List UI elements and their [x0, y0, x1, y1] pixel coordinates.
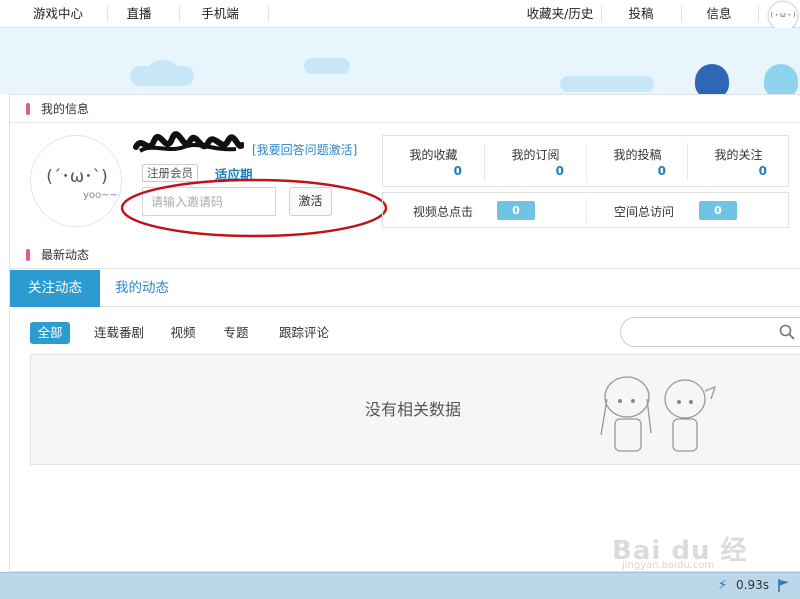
baidu-jingyan-watermark: Bai du 经验 jingyan.baidu.com: [612, 504, 762, 599]
video-clicks-value: 0: [497, 201, 535, 220]
feed-search-input[interactable]: [620, 317, 800, 347]
search-icon[interactable]: [779, 324, 795, 340]
filter-series[interactable]: 连载番剧: [86, 322, 152, 344]
section-marker-icon: [26, 103, 30, 115]
nav-divider: [758, 5, 759, 22]
feed-tabs: 关注动态 我的动态: [10, 270, 800, 307]
nav-divider: [601, 5, 602, 22]
header-banner: [0, 28, 800, 94]
stat-following-value: 0: [758, 164, 767, 178]
video-clicks-label: 视频总点击: [413, 205, 474, 219]
flag-icon[interactable]: [776, 577, 792, 593]
highlight-ring-annotation: [120, 178, 388, 238]
mascots-illustration-icon: [600, 376, 717, 452]
filter-video[interactable]: 视频: [164, 322, 202, 344]
feed-section-title: 最新动态: [41, 248, 90, 262]
stat-favorites-label: 我的收藏: [409, 148, 458, 162]
stat-submissions[interactable]: 我的投稿 0: [587, 136, 688, 188]
nav-mobile[interactable]: 手机端: [192, 0, 248, 28]
space-visits-value: 0: [699, 201, 737, 220]
profile-avatar[interactable]: (´･ω･`) yoo~~: [30, 135, 122, 227]
profile-section-title: 我的信息: [41, 102, 90, 116]
nav-messages[interactable]: 信息: [698, 0, 740, 28]
empty-state: 没有相关数据: [30, 354, 800, 465]
totals-box: 视频总点击 0 空间总访问 0: [382, 192, 789, 228]
nav-submit[interactable]: 投稿: [620, 0, 662, 28]
nav-divider: [179, 5, 180, 22]
mascot-blue-icon: [695, 64, 729, 94]
avatar-face-text: (´･ω･`): [46, 167, 108, 187]
profile-section-header: 我的信息: [10, 95, 800, 123]
nav-divider: [268, 5, 269, 22]
cloud-decoration: [148, 60, 178, 80]
answer-questions-activate-link[interactable]: [我要回答问题激活]: [252, 141, 357, 158]
top-nav: 游戏中心 直播 手机端 收藏夹/历史 投稿 信息 (・ω・): [0, 0, 800, 31]
redacted-username-scribble: [133, 131, 244, 153]
stat-favorites[interactable]: 我的收藏 0: [383, 136, 484, 188]
stat-submissions-label: 我的投稿: [613, 148, 662, 162]
lightning-icon: ⚡: [718, 578, 728, 593]
stat-subscriptions-value: 0: [555, 164, 564, 178]
nav-game-center[interactable]: 游戏中心: [18, 0, 98, 28]
watermark-url: jingyan.baidu.com: [622, 560, 715, 571]
section-marker-icon: [26, 249, 30, 261]
stat-following[interactable]: 我的关注 0: [688, 136, 789, 188]
stat-submissions-value: 0: [657, 164, 666, 178]
stat-subscriptions-label: 我的订阅: [511, 148, 560, 162]
stat-subscriptions[interactable]: 我的订阅 0: [485, 136, 586, 188]
main-panel: 我的信息 (´･ω･`) yoo~~ [我要回答问题激活] 注册会员 适应期 激…: [9, 94, 800, 572]
stats-box: 我的收藏 0 我的订阅 0 我的投稿 0 我的关注 0: [382, 135, 789, 187]
empty-state-message: 没有相关数据: [365, 400, 462, 419]
cloud-decoration: [560, 76, 654, 92]
cloud-decoration: [304, 58, 350, 74]
user-avatar-icon[interactable]: (・ω・): [768, 1, 798, 31]
nav-live[interactable]: 直播: [118, 0, 160, 28]
space-visits-label: 空间总访问: [614, 205, 675, 219]
filter-all[interactable]: 全部: [30, 322, 70, 344]
mascot-lightblue-icon: [764, 64, 798, 94]
nav-divider: [681, 5, 682, 22]
filter-topic[interactable]: 专题: [217, 322, 255, 344]
filter-comments[interactable]: 跟踪评论: [272, 322, 336, 344]
stat-favorites-value: 0: [453, 164, 462, 178]
tab-following-feed[interactable]: 关注动态: [10, 270, 100, 307]
nav-divider: [107, 5, 108, 22]
feed-section-header: 最新动态: [10, 241, 800, 269]
avatar-caption: yoo~~: [83, 190, 118, 201]
totals-divider: [586, 199, 587, 223]
tab-my-feed[interactable]: 我的动态: [106, 270, 178, 307]
bottom-status-bar: ⚡ 0.93s: [0, 572, 800, 599]
nav-favorites-history[interactable]: 收藏夹/历史: [522, 0, 598, 28]
load-time-text: 0.93s: [736, 578, 769, 592]
stat-following-label: 我的关注: [714, 148, 763, 162]
